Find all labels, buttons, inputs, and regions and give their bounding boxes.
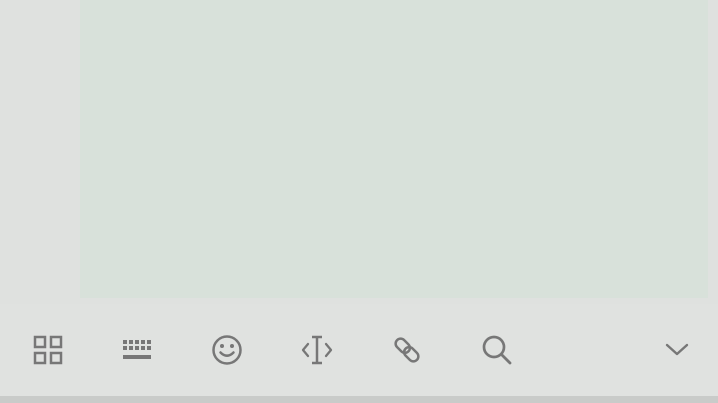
link-icon bbox=[390, 333, 424, 367]
smiley-icon bbox=[210, 333, 244, 367]
emoji-button[interactable] bbox=[205, 328, 249, 372]
text-cursor-icon bbox=[300, 333, 334, 367]
grid-icon bbox=[31, 333, 65, 367]
search-icon bbox=[480, 333, 514, 367]
chevron-down-icon bbox=[660, 333, 694, 367]
text-input-area[interactable] bbox=[80, 0, 708, 298]
search-button[interactable] bbox=[475, 328, 519, 372]
left-gutter bbox=[0, 0, 80, 298]
text-edit-button[interactable] bbox=[295, 328, 339, 372]
apps-button[interactable] bbox=[26, 328, 70, 372]
bottom-strip bbox=[0, 396, 718, 403]
keyboard-screen bbox=[0, 0, 718, 403]
collapse-button[interactable] bbox=[655, 328, 699, 372]
clipboard-button[interactable] bbox=[385, 328, 429, 372]
keyboard-toolbar bbox=[0, 304, 718, 396]
keyboard-button[interactable] bbox=[115, 328, 159, 372]
keyboard-icon bbox=[123, 340, 151, 359]
